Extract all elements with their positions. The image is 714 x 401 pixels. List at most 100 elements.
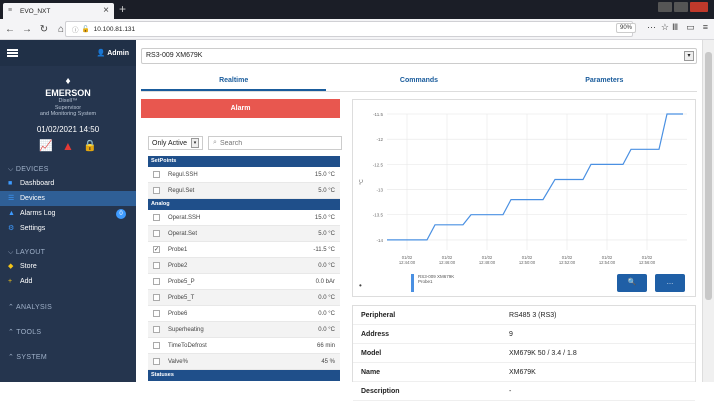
sidebar-item-alarms-log[interactable]: ▲ Alarms Log 0 — [0, 206, 136, 221]
row-checkbox[interactable] — [153, 358, 160, 365]
reload-icon[interactable]: ↻ — [37, 24, 51, 35]
row-value: 66 min — [316, 342, 335, 349]
section-tools[interactable]: ⌃ TOOLS — [0, 326, 136, 339]
close-window-button[interactable] — [690, 2, 708, 12]
x-tick-label-time: 12:50:00 — [519, 260, 536, 265]
search-input[interactable] — [219, 139, 330, 147]
favicon-icon: ≡ — [8, 7, 13, 14]
info-row: Model XM679K 50 / 3.4 / 1.8 — [353, 344, 695, 363]
close-tab-icon[interactable]: × — [103, 5, 109, 16]
bookmark-star-icon[interactable]: ☆ — [661, 22, 669, 33]
table-row[interactable]: Probe6 0.0 °C — [148, 306, 340, 322]
section-layout[interactable]: ⌵ LAYOUT — [0, 246, 136, 259]
row-checkbox[interactable]: ✓ — [153, 246, 160, 253]
table-row[interactable]: TimeToDefrost 66 min — [148, 338, 340, 354]
back-icon[interactable]: ← — [3, 24, 17, 35]
row-checkbox[interactable] — [153, 262, 160, 269]
row-checkbox[interactable] — [153, 294, 160, 301]
row-checkbox[interactable] — [153, 214, 160, 221]
table-row[interactable]: Operat.SSH 15.0 °C — [148, 210, 340, 226]
tab-realtime[interactable]: Realtime — [141, 70, 327, 91]
page-scrollbar[interactable] — [702, 40, 714, 382]
chevron-down-icon[interactable]: ▾ — [684, 51, 694, 61]
maximize-button[interactable] — [674, 2, 688, 12]
section-analysis[interactable]: ⌃ ANALYSIS — [0, 301, 136, 314]
row-checkbox[interactable] — [153, 326, 160, 333]
row-checkbox[interactable] — [153, 230, 160, 237]
row-checkbox[interactable] — [153, 310, 160, 317]
sidebar-item-store[interactable]: ◆ Store — [0, 259, 136, 274]
sidebar-item-devices[interactable]: ☰ Devices — [0, 190, 136, 206]
series-line — [387, 113, 683, 241]
forward-icon[interactable]: → — [20, 24, 34, 35]
table-row[interactable]: Probe5_T 0.0 °C — [148, 290, 340, 306]
info-row: Description - — [353, 382, 695, 401]
info-value: XM679K — [509, 368, 536, 376]
url-text: 10.100.81.131 — [93, 25, 136, 33]
alarm-button[interactable]: Alarm — [141, 99, 340, 118]
table-row[interactable]: Regul.Set 5.0 °C — [148, 183, 340, 199]
row-name: Regul.Set — [168, 187, 195, 194]
row-name: Probe2 — [168, 262, 188, 269]
chart-search-button[interactable]: 🔍 — [617, 274, 647, 292]
chart-status-icon[interactable]: 📈 — [39, 139, 53, 153]
y-tick-label: -12 — [376, 137, 383, 142]
minimize-button[interactable] — [658, 2, 672, 12]
tab-commands[interactable]: Commands — [326, 70, 511, 91]
y-tick-label: -13.5 — [373, 213, 384, 218]
scrollbar-thumb[interactable] — [705, 52, 712, 300]
table-row[interactable]: Regul.SSH 15.0 °C — [148, 167, 340, 183]
sidebar: 👤 Admin ♦ EMERSON Dixell™ Supervisor and… — [0, 40, 136, 382]
hamburger-menu-icon[interactable] — [7, 49, 18, 57]
page-actions-icon[interactable]: ⋯ — [647, 22, 656, 33]
info-row: Peripheral RS485 3 (RS3) — [353, 306, 695, 325]
row-checkbox[interactable] — [153, 171, 160, 178]
tab-parameters[interactable]: Parameters — [512, 70, 697, 91]
brand-name: EMERSON — [45, 88, 91, 98]
info-value: XM679K 50 / 3.4 / 1.8 — [509, 349, 577, 357]
table-row[interactable]: Probe5_P 0.0 bAr — [148, 274, 340, 290]
info-key: Description — [361, 387, 400, 395]
filter-select-value: Only Active — [152, 139, 188, 147]
table-row[interactable]: Valve% 45 % — [148, 354, 340, 370]
lock-icon[interactable]: 🔒 — [83, 139, 97, 153]
user-menu[interactable]: 👤 Admin — [97, 49, 129, 57]
menu-icon[interactable]: ≡ — [703, 22, 708, 33]
zoom-level[interactable]: 90% — [615, 23, 636, 33]
table-row[interactable]: Operat.Set 5.0 °C — [148, 226, 340, 242]
row-checkbox[interactable] — [153, 342, 160, 349]
sidebar-item-add[interactable]: + Add — [0, 274, 136, 289]
row-value: 0.0 °C — [318, 310, 335, 317]
row-checkbox[interactable] — [153, 278, 160, 285]
device-select[interactable]: RS3-009 XM679K ▾ — [141, 48, 697, 64]
row-value: -11.5 °C — [313, 246, 335, 253]
brand-logo: ♦ EMERSON Dixell™ Supervisor and Monitor… — [0, 76, 136, 153]
chart-svg: -11.5-12-12.5-13-13.5-1401/0212:44:0001/… — [359, 112, 687, 265]
row-checkbox[interactable] — [153, 187, 160, 194]
sidebar-item-label: Devices — [20, 194, 45, 202]
search-field[interactable]: ⌕ — [208, 136, 343, 150]
gear-icon: ⚙ — [8, 225, 15, 232]
sidebar-item-dashboard[interactable]: ■ Dashboard — [0, 176, 136, 191]
legend-series: Probe1 — [418, 279, 433, 284]
table-row[interactable]: ✓ Probe1 -11.5 °C — [148, 242, 340, 258]
browser-tab[interactable]: ≡ EVO_NXT × — [3, 3, 114, 19]
section-system[interactable]: ⌃ SYSTEM — [0, 351, 136, 364]
filter-select[interactable]: Only Active ▾ — [148, 136, 204, 150]
sidebar-item-label: Dashboard — [20, 179, 55, 187]
address-bar[interactable]: ⓘ 🔓 10.100.81.131 — [65, 21, 633, 37]
library-icon[interactable]: Ⅲ — [672, 22, 678, 33]
section-devices[interactable]: ⌵ DEVICES — [0, 163, 136, 176]
info-value: 9 — [509, 330, 513, 338]
row-name: Probe1 — [168, 246, 188, 253]
sidebar-item-settings[interactable]: ⚙ Settings — [0, 221, 136, 236]
new-tab-icon[interactable]: + — [119, 2, 126, 16]
alarm-warning-icon[interactable]: ▲ — [62, 139, 74, 153]
chart-more-button[interactable]: … — [655, 274, 685, 292]
row-value: 15.0 °C — [314, 214, 335, 221]
info-icon[interactable]: ⓘ — [72, 24, 79, 34]
table-row[interactable]: Superheating 0.0 °C — [148, 322, 340, 338]
sidebar-toggle-icon[interactable]: ▭ — [686, 22, 695, 33]
section-devices-label: DEVICES — [15, 165, 49, 173]
table-row[interactable]: Probe2 0.0 °C — [148, 258, 340, 274]
